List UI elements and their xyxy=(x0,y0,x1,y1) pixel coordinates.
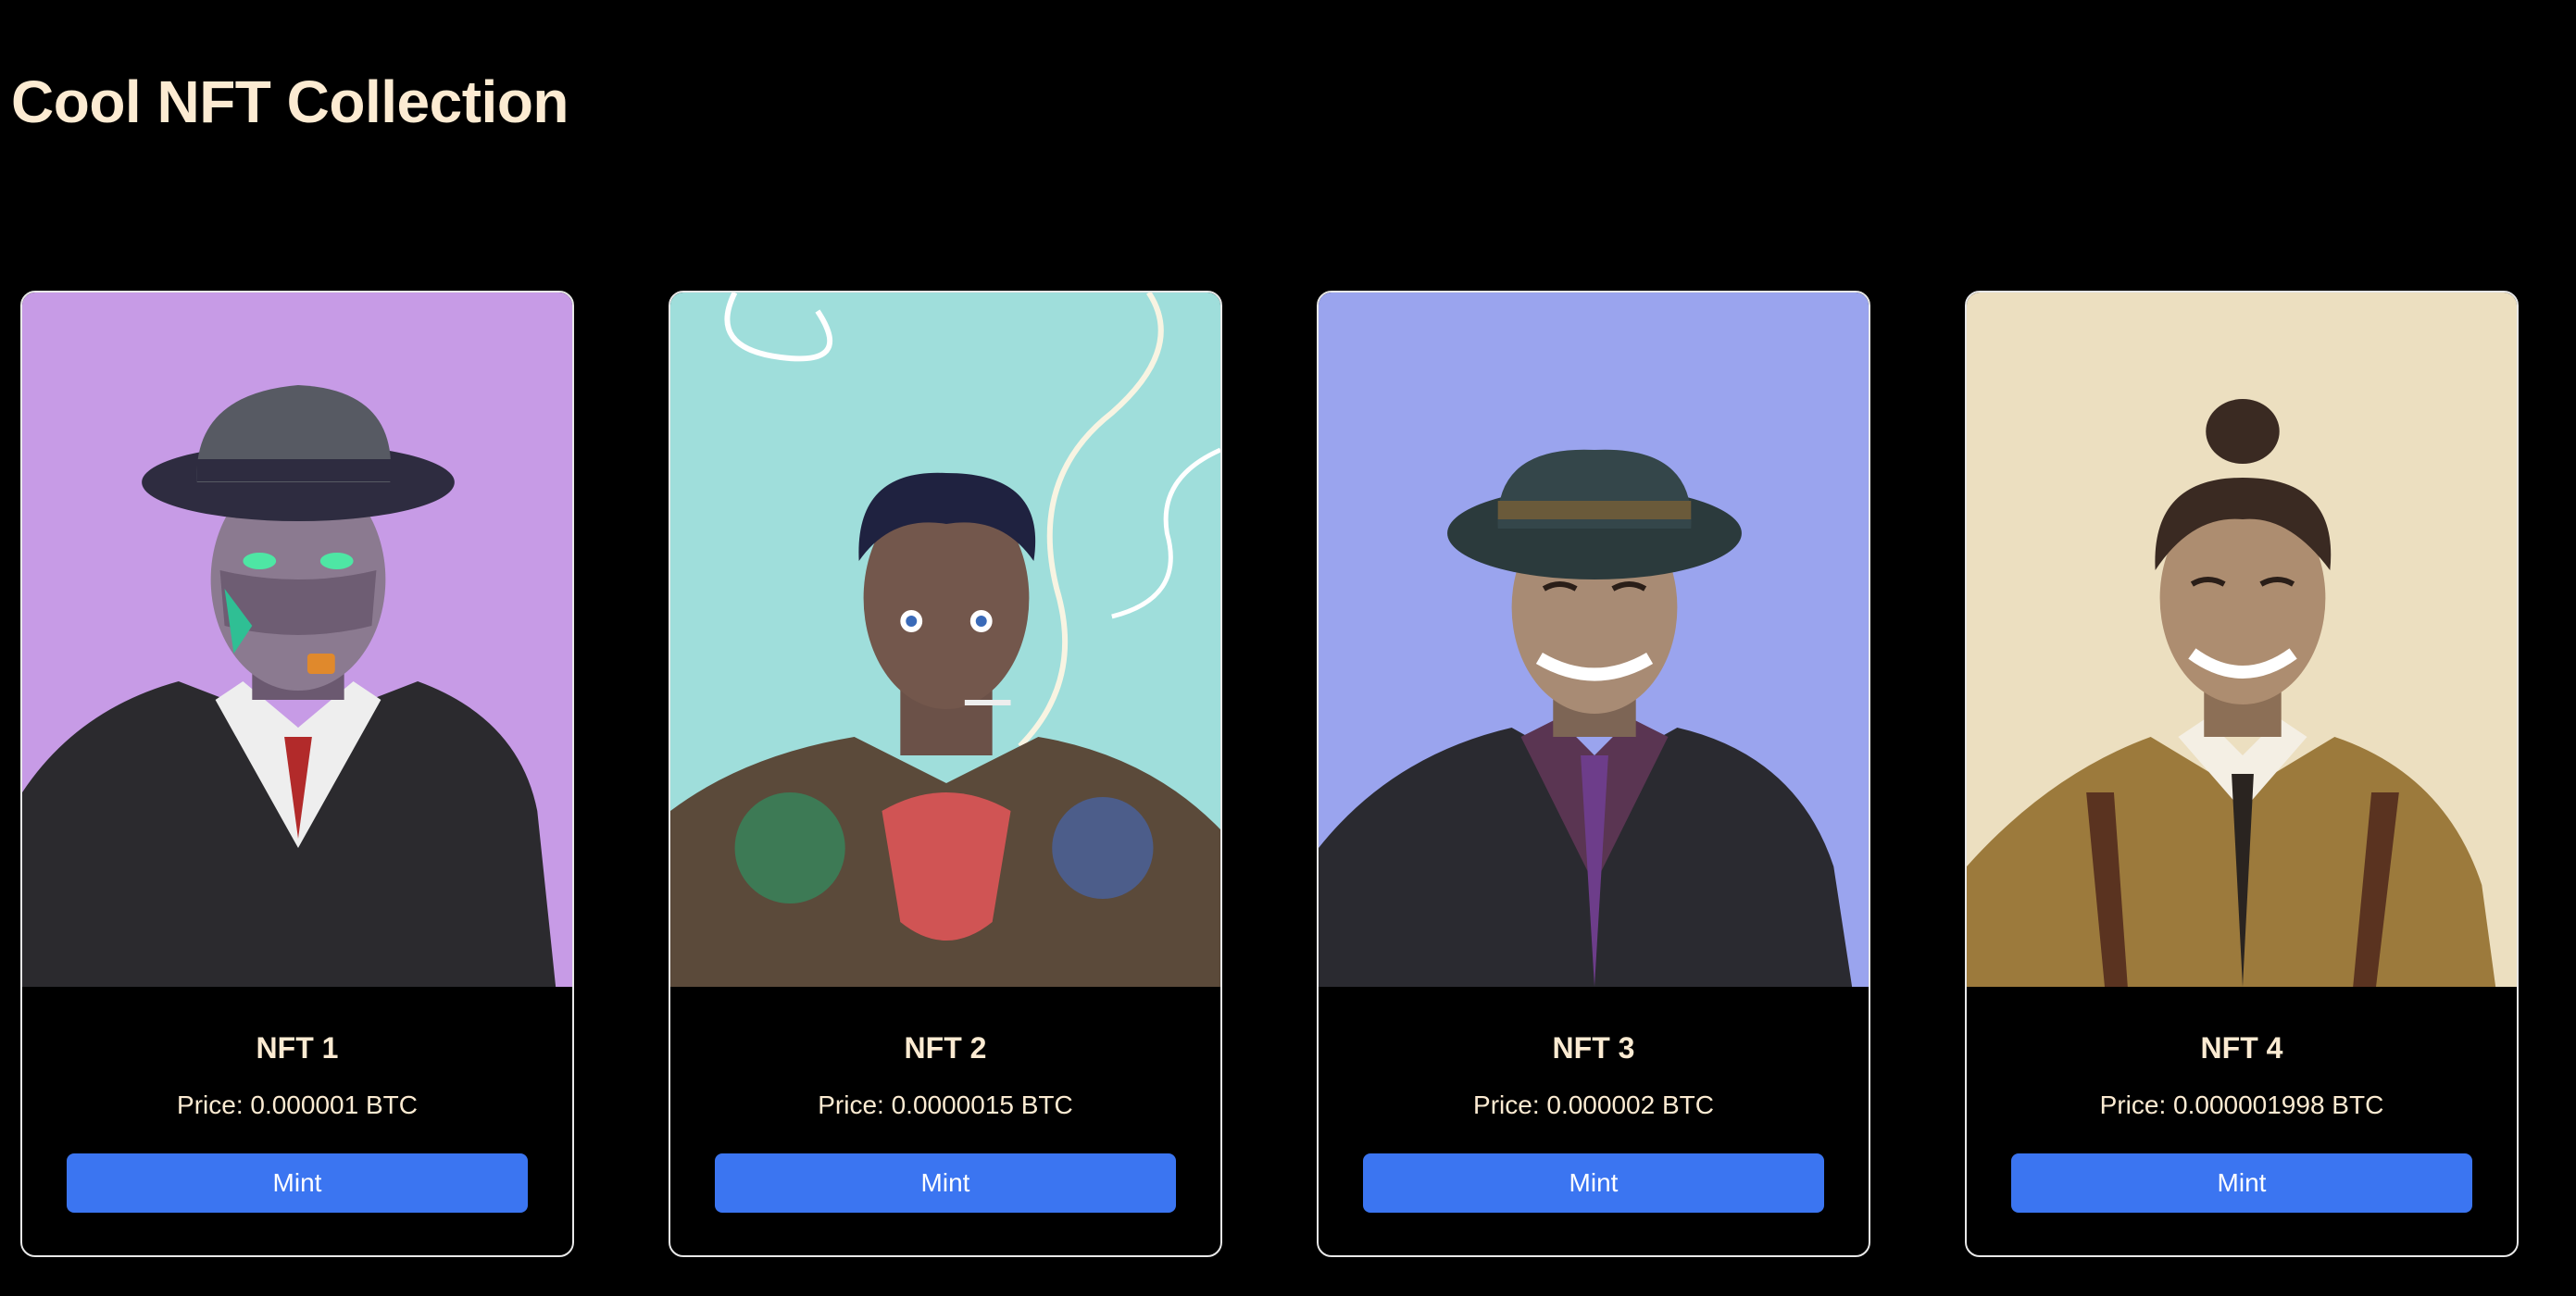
topknot-suspenders-portrait-image xyxy=(1967,293,2517,987)
nft-price: Price: 0.000001998 BTC xyxy=(2099,1090,2384,1119)
nft-card-4: NFT 4 Price: 0.000001998 BTC Mint xyxy=(1965,291,2519,1257)
nft-name: NFT 3 xyxy=(1552,1031,1635,1065)
nft-image-3 xyxy=(1319,293,1869,987)
page: Cool NFT Collection NFT 1 Price: 0.00000… xyxy=(0,0,2576,1296)
nft-image-1 xyxy=(22,293,572,987)
nft-image-4 xyxy=(1967,293,2517,987)
page-title: Cool NFT Collection xyxy=(11,69,569,135)
nft-card-2: NFT 2 Price: 0.0000015 BTC Mint xyxy=(669,291,1222,1257)
cyborg-portrait-image xyxy=(22,293,572,987)
nft-price: Price: 0.000002 BTC xyxy=(1473,1090,1714,1119)
nft-price: Price: 0.000001 BTC xyxy=(177,1090,418,1119)
tattooed-smoker-portrait-image xyxy=(670,293,1220,987)
fedora-gentleman-portrait-image xyxy=(1319,293,1869,987)
mint-button[interactable]: Mint xyxy=(2011,1153,2472,1213)
mint-button[interactable]: Mint xyxy=(67,1153,528,1213)
nft-name: NFT 2 xyxy=(904,1031,987,1065)
nft-card-1: NFT 1 Price: 0.000001 BTC Mint xyxy=(20,291,574,1257)
nft-name: NFT 1 xyxy=(256,1031,339,1065)
nft-image-2 xyxy=(670,293,1220,987)
mint-button[interactable]: Mint xyxy=(715,1153,1176,1213)
mint-button[interactable]: Mint xyxy=(1363,1153,1824,1213)
nft-name: NFT 4 xyxy=(2200,1031,2283,1065)
nft-card-3: NFT 3 Price: 0.000002 BTC Mint xyxy=(1317,291,1870,1257)
nft-price: Price: 0.0000015 BTC xyxy=(818,1090,1073,1119)
